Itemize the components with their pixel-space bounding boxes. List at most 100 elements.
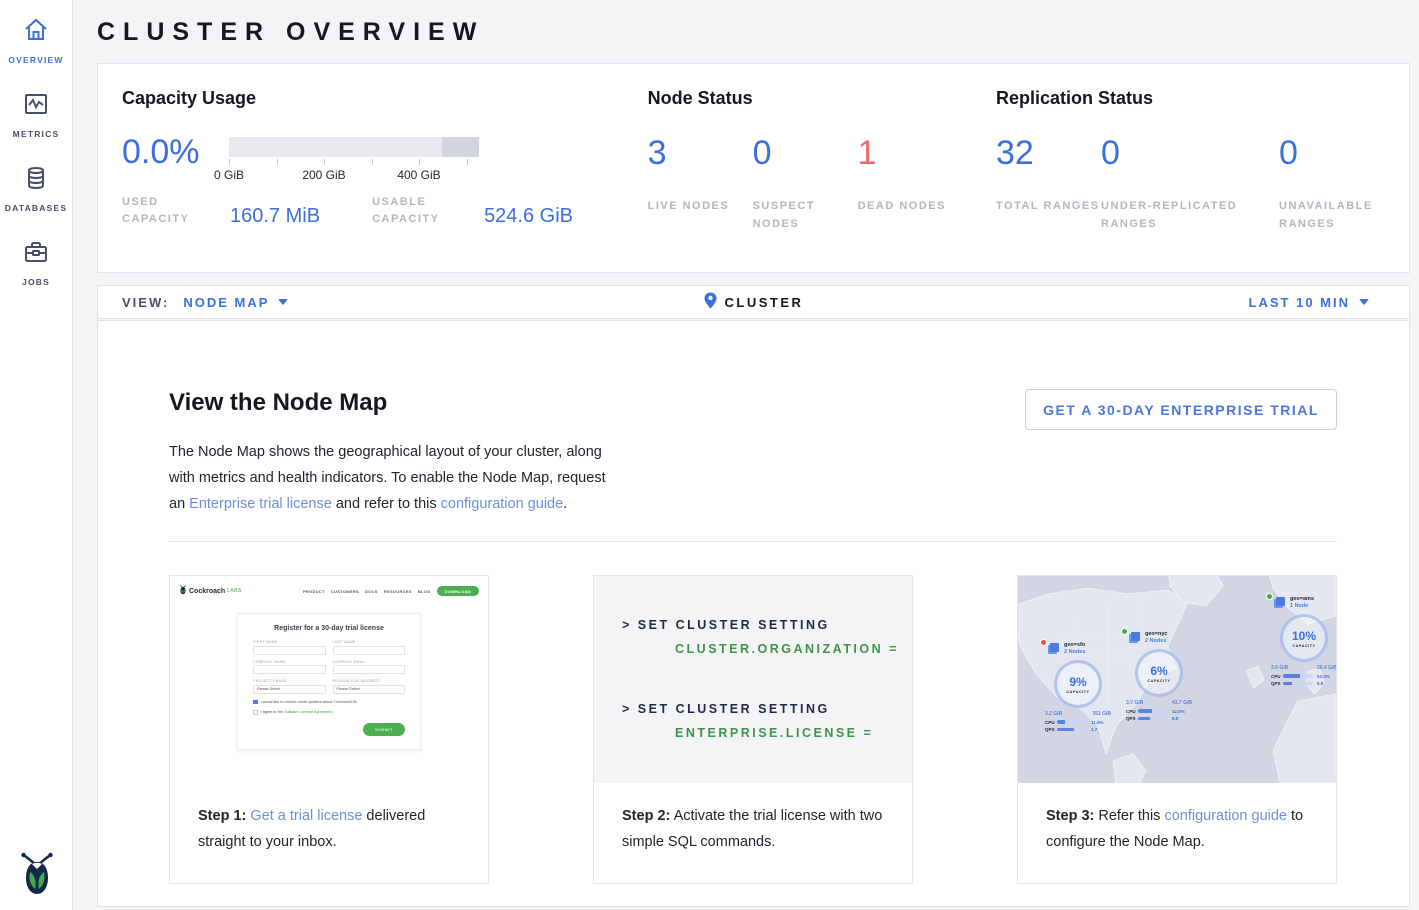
thumb-field-label: FIRST NAME xyxy=(253,640,326,644)
locality-node-count: 2 Nodes xyxy=(1145,638,1167,645)
view-selector-value: NODE MAP xyxy=(183,295,269,310)
cockroach-labs-logo-icon xyxy=(179,582,187,600)
capacity-usage-title: Capacity Usage xyxy=(122,88,648,109)
step1-card: Cockroach LABS PRODUCT CUSTOMERS DOCS RE… xyxy=(169,575,489,884)
sidebar-item-label: JOBS xyxy=(22,277,50,287)
locality-total-gib: 351 GiB xyxy=(1092,711,1111,717)
thumb-nav-resources: RESOURCES xyxy=(384,589,412,594)
sql-code-block: > SET CLUSTER SETTING CLUSTER.ORGANIZATI… xyxy=(594,576,912,783)
sidebar-item-overview[interactable]: OVERVIEW xyxy=(0,16,73,65)
step3-thumbnail: geo=sfo2 Nodes 9%CAPACITY 3.2 GiB351 GiB… xyxy=(1018,576,1336,783)
enterprise-trial-license-link[interactable]: Enterprise trial license xyxy=(189,496,332,512)
description-text: and refer to this xyxy=(332,496,441,512)
node-map-preview: geo=sfo2 Nodes 9%CAPACITY 3.2 GiB351 GiB… xyxy=(1018,576,1336,783)
locality-node-count: 2 Nodes xyxy=(1064,649,1085,656)
sidebar-item-metrics[interactable]: METRICS xyxy=(0,90,73,139)
step2-thumbnail: > SET CLUSTER SETTING CLUSTER.ORGANIZATI… xyxy=(594,576,912,783)
total-ranges-stat: 32 TOTAL RANGES xyxy=(996,137,1101,233)
step3-label: Step 3: xyxy=(1046,808,1094,824)
metrics-chart-icon xyxy=(22,90,50,123)
thumb-input xyxy=(253,646,326,655)
used-capacity-value: 160.7 MiB xyxy=(230,205,320,228)
time-range-value: LAST 10 MIN xyxy=(1249,295,1350,310)
caption-text: Refer this xyxy=(1094,808,1164,824)
locality-name: geo=nyc xyxy=(1145,631,1167,638)
thumb-nav-blog: BLOG xyxy=(418,589,431,594)
get-trial-license-link[interactable]: Get a trial license xyxy=(250,808,362,824)
usable-capacity-label: USABLE CAPACITY xyxy=(372,194,462,228)
node-cube-icon xyxy=(1276,597,1285,606)
suspect-nodes-stat: 0 SUSPECT NODES xyxy=(753,137,858,233)
capacity-percent-value: 0.0% xyxy=(122,137,229,167)
status-dot-green-icon xyxy=(1266,593,1273,600)
cockroach-labs-logo-text: Cockroach xyxy=(189,588,225,595)
thumb-input xyxy=(333,665,406,674)
enterprise-trial-button[interactable]: GET A 30-DAY ENTERPRISE TRIAL xyxy=(1025,389,1337,430)
configuration-guide-link[interactable]: configuration guide xyxy=(1164,808,1287,824)
cockroachdb-bug-logo xyxy=(0,848,73,898)
thumb-nav-docs: DOCS xyxy=(365,589,378,594)
node-map-description: The Node Map shows the geographical layo… xyxy=(169,439,621,517)
locality-capacity-percent: 9% xyxy=(1069,675,1086,689)
locality-qps-value: 8.8 xyxy=(1172,716,1178,721)
thumb-field-label: LAST NAME xyxy=(333,640,406,644)
configuration-guide-link[interactable]: configuration guide xyxy=(441,496,564,512)
step1-thumbnail: Cockroach LABS PRODUCT CUSTOMERS DOCS RE… xyxy=(170,576,488,783)
sidebar-item-label: DATABASES xyxy=(5,203,67,213)
thumb-field-label: PROJECT PHASE xyxy=(253,679,326,683)
chevron-down-icon xyxy=(278,299,288,305)
cluster-summary-card: Capacity Usage 0.0% 0 GiB 200 GiB 400 Gi… xyxy=(97,63,1410,273)
thumb-submit-button: SUBMIT xyxy=(363,723,405,736)
thumb-input xyxy=(333,646,406,655)
thumb-field-label: COMPANY NAME xyxy=(253,660,326,664)
description-text: . xyxy=(563,496,567,512)
capacity-label: CAPACITY xyxy=(1066,690,1089,694)
thumb-checkbox-checked xyxy=(253,700,258,705)
locality-sfo: geo=sfo2 Nodes 9%CAPACITY 3.2 GiB 351 GiB… xyxy=(1040,642,1130,732)
total-ranges-value: 32 xyxy=(996,137,1101,169)
view-selector-dropdown[interactable]: NODE MAP xyxy=(183,295,288,310)
locality-total-gib: 43.7 GiB xyxy=(1172,700,1192,706)
capacity-label: CAPACITY xyxy=(1147,679,1170,683)
gauge-tick-label: 400 GiB xyxy=(397,168,440,182)
dead-nodes-value: 1 xyxy=(858,137,963,169)
cluster-breadcrumb: CLUSTER xyxy=(725,295,804,310)
gauge-tick-label: 0 GiB xyxy=(214,168,244,182)
cpu-label: CPU xyxy=(1271,674,1283,679)
divider xyxy=(169,541,1337,542)
live-nodes-stat: 3 LIVE NODES xyxy=(648,137,753,233)
locality-used-gib: 3.2 GiB xyxy=(1045,711,1062,717)
suspect-nodes-label: SUSPECT NODES xyxy=(753,197,858,233)
under-replicated-ranges-label: UNDER-REPLICATED RANGES xyxy=(1101,197,1279,233)
step3-caption: Step 3: Refer this configuration guide t… xyxy=(1018,783,1336,883)
locality-cpu-value: 53.3% xyxy=(1317,674,1330,679)
locality-name: geo=sfo xyxy=(1064,642,1085,649)
step3-card: geo=sfo2 Nodes 9%CAPACITY 3.2 GiB351 GiB… xyxy=(1017,575,1337,884)
sidebar-item-jobs[interactable]: JOBS xyxy=(0,238,73,287)
locality-used-gib: 3.7 GiB xyxy=(1126,700,1143,706)
thumb-license-link: Software License Agreement. xyxy=(284,710,334,714)
locality-cpu-value: 42.5% xyxy=(1172,709,1185,714)
thumb-checkbox-label: I would like to receive email updates ab… xyxy=(261,700,358,704)
unavailable-ranges-label: UNAVAILABLE RANGES xyxy=(1279,197,1409,233)
sidebar-item-databases[interactable]: DATABASES xyxy=(0,164,73,213)
replication-status-title: Replication Status xyxy=(996,88,1409,109)
under-replicated-ranges-value: 0 xyxy=(1101,137,1279,169)
sidebar-item-label: OVERVIEW xyxy=(8,55,63,65)
gauge-tick-label: 200 GiB xyxy=(302,168,345,182)
node-map-panel: View the Node Map The Node Map shows the… xyxy=(97,320,1410,907)
unavailable-ranges-stat: 0 UNAVAILABLE RANGES xyxy=(1279,137,1409,233)
suspect-nodes-value: 0 xyxy=(753,137,858,169)
location-pin-icon xyxy=(704,292,717,312)
thumb-download-button: DOWNLOAD xyxy=(437,586,479,596)
locality-qps-value: 8.9 xyxy=(1317,681,1323,686)
locality-cpu-value: 11.0% xyxy=(1091,720,1104,725)
briefcase-icon xyxy=(22,238,50,271)
chevron-down-icon xyxy=(1359,299,1369,305)
time-range-dropdown[interactable]: LAST 10 MIN xyxy=(1249,295,1409,310)
total-ranges-label: TOTAL RANGES xyxy=(996,197,1101,215)
sql-command: SET CLUSTER SETTING xyxy=(632,618,830,632)
used-capacity-label: USED CAPACITY xyxy=(122,194,208,228)
replication-status-section: Replication Status 32 TOTAL RANGES 0 UND… xyxy=(996,88,1409,272)
sql-command: SET CLUSTER SETTING xyxy=(632,702,830,716)
